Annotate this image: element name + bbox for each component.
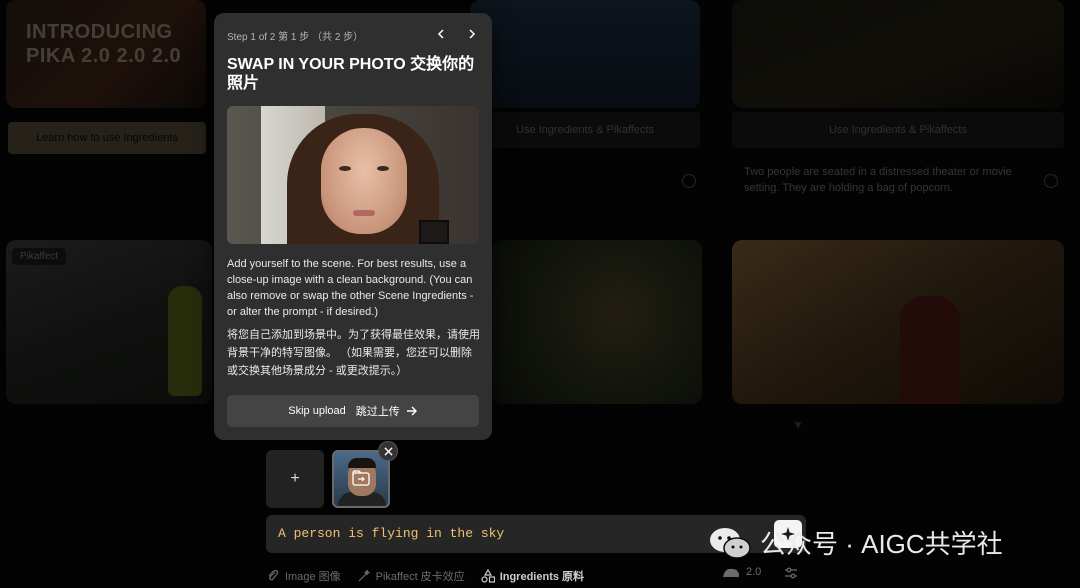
example-card-2[interactable] <box>470 0 700 108</box>
watermark-text: 公众号 · AIGC共学社 <box>760 529 1003 559</box>
shapes-icon <box>481 569 495 583</box>
close-icon <box>383 446 393 456</box>
figure-green <box>168 286 202 396</box>
skip-upload-label-zh: 跳过上传 <box>355 406 400 418</box>
pikaffect-tag: Pikaffect <box>12 248 67 265</box>
wechat-icon <box>708 525 752 561</box>
add-ingredient-button[interactable]: + <box>266 450 324 508</box>
model-selector[interactable]: 2.0 <box>722 566 761 578</box>
chevron-right-icon <box>469 29 476 39</box>
video-card-3[interactable] <box>732 240 1064 404</box>
step-indicator: Step 1 of 2 第 1 步 （共 2 步） <box>227 32 364 43</box>
example-description: Two people are seated in a distressed th… <box>744 166 1012 194</box>
magic-wand-icon <box>358 569 370 582</box>
sliders-icon <box>785 567 797 579</box>
previous-step-button[interactable] <box>432 25 450 43</box>
image-tool[interactable]: Image 图像 <box>266 568 341 584</box>
paperclip-icon <box>268 569 279 581</box>
pikaffect-tool-label: Pikaffect 皮卡效应 <box>375 571 465 583</box>
arrow-right-icon <box>406 406 417 416</box>
settings-button[interactable] <box>784 566 798 585</box>
info-icon[interactable] <box>682 174 696 188</box>
image-tool-label: Image 图像 <box>285 571 341 583</box>
learn-button[interactable]: Learn how to use Ingredients <box>8 122 206 154</box>
popover-title: SWAP IN YOUR PHOTO 交换你的照片 <box>227 56 475 92</box>
intro-title: INTRODUCING PIKA 2.0 2.0 2.0 <box>26 21 182 67</box>
background-gallery: INTRODUCING PIKA 2.0 2.0 2.0 Learn how t… <box>0 0 1080 588</box>
composer-toolbar: Image 图像 Pikaffect 皮卡效应 Ingredients 原料 <box>266 566 584 586</box>
ingredients-tool-label: Ingredients 原料 <box>499 571 585 583</box>
remove-ingredient-button[interactable] <box>378 441 398 461</box>
example-portrait-image <box>227 106 479 244</box>
instructions-chinese: 将您自己添加到场景中。为了获得最佳效果，请使用背景干净的特写图像。 （如果需要，… <box>227 329 480 377</box>
figure-red <box>900 296 960 404</box>
onboarding-popover: Step 1 of 2 第 1 步 （共 2 步） SWAP IN YOUR P… <box>214 13 492 440</box>
next-step-button[interactable] <box>463 25 481 43</box>
model-version: 2.0 <box>746 566 762 578</box>
pika-logo-icon <box>723 568 739 577</box>
ingredients-tool[interactable]: Ingredients 原料 <box>481 568 584 584</box>
info-icon[interactable] <box>1044 174 1058 188</box>
wechat-watermark: 公众号 · AIGC共学社 <box>708 524 1003 561</box>
use-ingredients-button-2[interactable]: Use Ingredients & Pikaffects <box>470 112 700 148</box>
skip-upload-button[interactable]: Skip upload 跳过上传 <box>227 395 479 427</box>
pikaffect-tool[interactable]: Pikaffect 皮卡效应 <box>357 568 465 584</box>
skip-upload-label: Skip upload <box>288 405 346 417</box>
chevron-left-icon <box>437 29 444 39</box>
example-card-3[interactable] <box>732 0 1064 108</box>
instructions-english: Add yourself to the scene. For best resu… <box>227 258 474 318</box>
swap-photo-icon[interactable] <box>352 470 370 486</box>
use-ingredients-button-3[interactable]: Use Ingredients & Pikaffects <box>732 112 1064 148</box>
scroll-down-icon[interactable]: ▼ <box>792 418 804 432</box>
prompt-text: A person is flying in the sky <box>278 526 505 541</box>
video-card-2[interactable] <box>492 240 702 404</box>
